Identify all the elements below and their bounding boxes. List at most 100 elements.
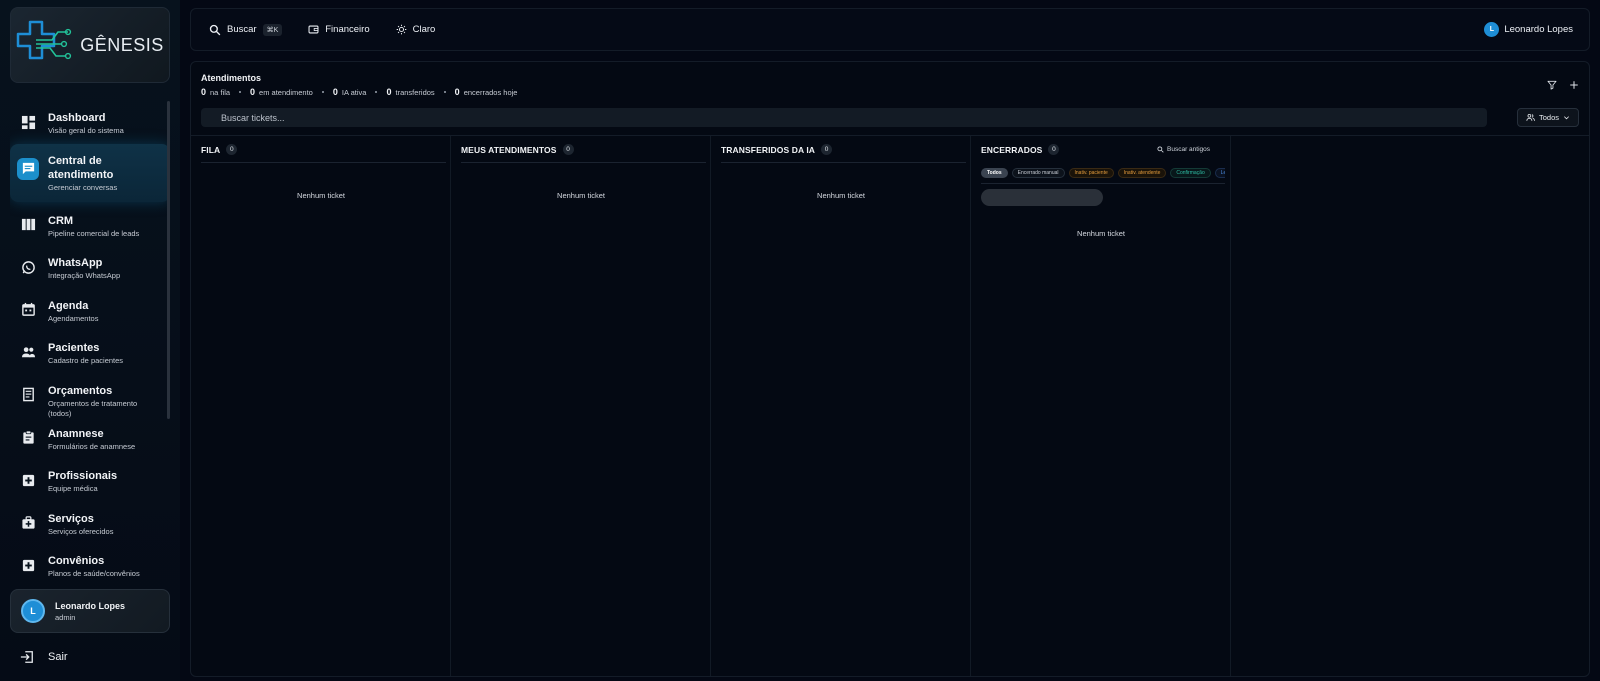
theme-label: Claro: [412, 24, 436, 35]
whatsapp-icon: [20, 259, 36, 275]
column-title: ENCERRADOS: [981, 144, 1043, 155]
sidebar-item-label: Orçamentos: [48, 384, 113, 397]
sidebar-item-label: Dashboard: [48, 112, 106, 124]
column-title: MEUS ATENDIMENTOS: [461, 144, 557, 155]
stat-label: na fila: [210, 88, 231, 97]
sidebar-item-whatsapp[interactable]: WhatsApp Integração WhatsApp: [10, 246, 170, 289]
avatar: L: [21, 599, 45, 623]
medical-cross-icon: [20, 472, 36, 488]
receipt-icon: [20, 387, 36, 403]
calendar-icon: [20, 302, 36, 318]
chip-lembrete[interactable]: Lembrete: [1214, 168, 1225, 178]
sidebar-item-sub: Orçamentos de tratamento (todos): [48, 398, 138, 418]
column-header: ENCERRADOS 0: [981, 144, 1060, 155]
add-icon[interactable]: [1569, 80, 1579, 90]
sidebar-item-label: Convênios: [48, 555, 105, 568]
medical-plus-icon: [20, 557, 36, 573]
search-old-button[interactable]: Buscar antigos: [1157, 146, 1210, 153]
sidebar: GÊNESIS Dashboard Visão geral do sistema …: [0, 0, 180, 681]
brand-logo[interactable]: GÊNESIS: [10, 7, 170, 83]
sidebar-item-sub: Serviços oferecidos: [48, 526, 114, 536]
column-title: TRANSFERIDOS DA IA: [721, 144, 816, 155]
user-name: Leonardo Lopes: [1504, 24, 1573, 35]
dashboard-icon: [20, 114, 36, 130]
theme-toggle[interactable]: Claro: [396, 24, 436, 35]
chip-inativ-paciente[interactable]: Inativ. paciente: [1068, 168, 1114, 178]
brand-name: GÊNESIS: [80, 34, 164, 55]
user-card[interactable]: L Leonardo Lopes admin: [10, 589, 170, 633]
stat-label: IA ativa: [341, 88, 367, 97]
column-encerrados: ENCERRADOS 0 Buscar antigos Todos Encerr…: [971, 136, 1231, 676]
count-badge: 0: [821, 144, 833, 155]
chip-confirmacao[interactable]: Confirmação: [1170, 168, 1211, 178]
sidebar-item-label: Serviços: [48, 512, 94, 525]
separator-dot: [321, 91, 324, 93]
stats-bar: 0 na fila 0 em atendimento 0 IA ativa 0 tran…: [201, 87, 517, 97]
header-actions: [1547, 80, 1579, 90]
sidebar-item-sub: Gerenciar conversas: [48, 182, 118, 192]
search-icon: [209, 24, 221, 35]
stat-value: 0: [386, 87, 392, 97]
sidebar-nav: Dashboard Visão geral do sistema Central …: [10, 101, 170, 587]
stat-value: 0: [454, 87, 460, 97]
column-header: TRANSFERIDOS DA IA 0: [721, 144, 833, 155]
global-search-button[interactable]: Buscar ⌘K: [209, 23, 283, 36]
chip-inativ-atendente[interactable]: Inativ. atendente: [1117, 168, 1167, 178]
people-icon: [20, 344, 36, 360]
kanban-icon: [20, 217, 36, 233]
search-old-label: Buscar antigos: [1167, 146, 1210, 153]
sidebar-item-anamnese[interactable]: Anamnese Formulários de anamnese: [10, 417, 170, 460]
financeiro-button[interactable]: Financeiro: [308, 24, 370, 35]
sidebar-item-profissionais[interactable]: Profissionais Equipe médica: [10, 459, 170, 502]
sidebar-item-agenda[interactable]: Agenda Agendamentos: [10, 289, 170, 332]
stat-label: transferidos: [395, 88, 435, 97]
sun-icon: [396, 24, 406, 35]
column-title: FILA: [201, 144, 221, 155]
search-label: Buscar: [227, 24, 257, 35]
sidebar-item-sub: Cadastro de pacientes: [48, 356, 124, 366]
search-tickets-input[interactable]: [201, 108, 1487, 127]
sidebar-item-convenios[interactable]: Convênios Planos de saúde/convênios: [10, 544, 170, 587]
top-bar: Buscar ⌘K Financeiro Claro L Leonardo Lo…: [190, 8, 1590, 51]
financeiro-label: Financeiro: [325, 24, 370, 35]
sidebar-scrollbar[interactable]: [167, 101, 170, 419]
sidebar-item-servicos[interactable]: Serviços Serviços oferecidos: [10, 502, 170, 545]
column-divider: [461, 162, 706, 163]
assignee-filter-select[interactable]: Todos: [1517, 108, 1579, 127]
logout-button[interactable]: Sair: [20, 650, 68, 664]
column-divider: [201, 162, 446, 163]
atendimentos-panel: Atendimentos 0 na fila 0 em atendimento 0I…: [190, 61, 1590, 677]
empty-state: Nenhum ticket: [557, 191, 605, 200]
user-menu[interactable]: L Leonardo Lopes: [1484, 22, 1573, 37]
user-name: Leonardo Lopes: [55, 600, 126, 611]
separator-dot: [239, 91, 242, 93]
sidebar-item-label: Anamnese: [48, 427, 104, 440]
column-fila: FILA 0 Nenhum ticket: [191, 136, 451, 676]
empty-state: Nenhum ticket: [297, 191, 345, 200]
sidebar-item-dashboard[interactable]: Dashboard Visão geral do sistema: [10, 101, 170, 144]
chip-todos[interactable]: Todos: [981, 168, 1008, 178]
sidebar-item-sub: Planos de saúde/convênios: [48, 569, 140, 579]
column-header: FILA 0: [201, 144, 238, 155]
sidebar-item-sub: Pipeline comercial de leads: [48, 228, 140, 238]
chip-encerrado-manual[interactable]: Encerrado manual: [1011, 168, 1065, 178]
sidebar-item-pacientes[interactable]: Pacientes Cadastro de pacientes: [10, 331, 170, 374]
column-transferidos-da-ia: TRANSFERIDOS DA IA 0 Nenhum ticket: [711, 136, 971, 676]
column-meus-atendimentos: MEUS ATENDIMENTOS 0 Nenhum ticket: [451, 136, 711, 676]
count-badge: 0: [562, 144, 574, 155]
sidebar-item-label: Agenda: [48, 299, 89, 312]
chat-icon: [17, 157, 39, 180]
stat-label: encerrados hoje: [463, 88, 518, 97]
filter-icon[interactable]: [1547, 80, 1557, 90]
column-divider: [721, 162, 966, 163]
sidebar-item-central-de-atendimento[interactable]: Central de atendimento Gerenciar conversa…: [10, 143, 170, 202]
avatar: L: [1484, 22, 1500, 37]
medical-bag-icon: [20, 515, 36, 531]
stat-transferidos: 0 transferidos: [386, 87, 434, 97]
loading-skeleton: [981, 189, 1103, 206]
sidebar-item-crm[interactable]: CRM Pipeline comercial de leads: [10, 204, 170, 247]
close-reason-filters: Todos Encerrado manual Inativ. paciente …: [981, 168, 1225, 179]
sidebar-item-orcamentos[interactable]: Orçamentos Orçamentos de tratamento (todo…: [10, 374, 170, 418]
sidebar-item-label: CRM: [48, 214, 74, 227]
chevron-down-icon: [1564, 116, 1569, 120]
